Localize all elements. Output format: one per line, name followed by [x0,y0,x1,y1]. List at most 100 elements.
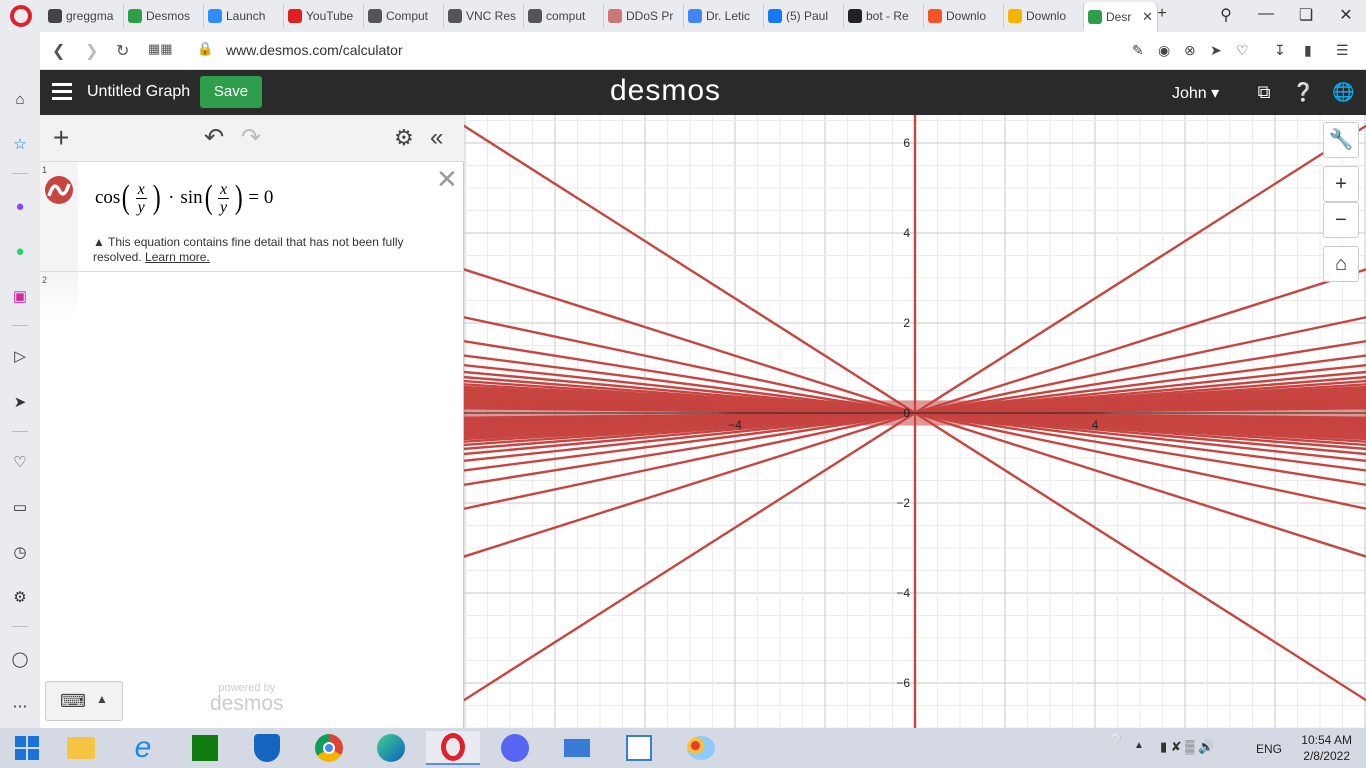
help-tray-icon[interactable]: ❔ [1108,733,1125,750]
messenger-icon[interactable]: ● [9,195,31,217]
instagram-icon[interactable]: ▣ [9,285,31,307]
back-icon[interactable]: ❮ [52,41,65,61]
easy-setup-icon[interactable]: ☰ [1336,42,1349,59]
graph-svg[interactable]: 6 4 2 0 −2 −4 −6 −4 4 [464,115,1366,728]
add-item-icon[interactable]: + [53,124,69,152]
collapse-panel-icon[interactable]: « [430,125,443,151]
learn-more-link[interactable]: Learn more. [145,250,210,264]
language-indicator[interactable]: ENG [1256,742,1282,756]
settings-gear-icon[interactable]: ⚙ [394,125,414,151]
url-field[interactable]: www.desmos.com/calculator [226,42,403,58]
browser-tab[interactable]: YouTube [284,4,364,28]
menu-icon[interactable] [52,83,72,101]
default-viewport-button[interactable]: ⌂ [1323,246,1359,282]
graph-title[interactable]: Untitled Graph [87,83,190,101]
help-icon[interactable]: ❔ [1292,81,1314,103]
browser-tab[interactable]: bot - Re [844,4,924,28]
show-hidden-icons[interactable]: ▲ [1134,740,1144,751]
expression-row-1[interactable]: 1 cos ( xy ) · sin ( xy ) = 0 ✕ ▲ This e… [40,162,464,272]
address-bar: ❮ ❯ ↻ ▦▦ 🔒 www.desmos.com/calculator ✎ ◉… [40,32,1366,70]
sin-func: sin [180,187,203,208]
language-globe-icon[interactable]: 🌐 [1332,81,1354,103]
browser-tab[interactable]: VNC Res [444,4,524,28]
zoom-out-button[interactable]: − [1323,202,1359,238]
reload-icon[interactable]: ↻ [116,41,129,61]
browser-tab[interactable]: Launch [204,4,284,28]
equation[interactable]: cos ( xy ) · sin ( xy ) = 0 [95,179,273,217]
minimize-icon[interactable]: — [1255,5,1277,23]
expression-row-2[interactable]: 2 [40,272,464,320]
tab-favicon-icon [48,9,62,23]
browser-tab[interactable]: Desr ✕ [1084,2,1158,32]
block-icon[interactable]: ⊗ [1184,42,1196,59]
paint-icon[interactable] [674,731,728,765]
internet-explorer-icon[interactable]: e [116,731,170,765]
opera-taskbar-icon[interactable] [426,731,480,765]
player-icon[interactable]: ▷ [9,345,31,367]
edit-icon[interactable]: ✎ [1132,42,1144,59]
browser-tab[interactable]: Comput [364,4,444,28]
defender-icon[interactable] [240,731,294,765]
more-icon[interactable]: ⋯ [9,695,31,717]
bookmarks-icon[interactable]: ☆ [9,133,31,155]
tabs-icon[interactable]: ▭ [9,496,31,518]
remote-desktop-icon[interactable] [550,731,604,765]
store-icon[interactable] [178,731,232,765]
restore-icon[interactable]: ❏ [1295,5,1317,25]
browser-tab[interactable]: Downlo [924,4,1004,28]
save-button[interactable]: Save [200,76,262,108]
tab-favicon-icon [928,9,942,23]
date: 2/8/2022 [1303,749,1350,763]
tab-label: comput [546,9,586,23]
expression-color-icon[interactable] [44,175,74,205]
download-icon[interactable]: ↧ [1274,42,1286,59]
redo-icon[interactable]: ↷ [241,125,261,151]
share-icon[interactable]: ⧉ [1253,81,1275,103]
edge-icon[interactable] [364,731,418,765]
my-flow-heart-icon[interactable]: ♡ [9,451,31,473]
close-window-icon[interactable]: ✕ [1335,5,1357,25]
speed-dial-icon[interactable]: ▦▦ [148,41,173,57]
flow-icon[interactable]: ➤ [9,391,31,413]
tab-favicon-icon [448,9,462,23]
delete-expression-icon[interactable]: ✕ [436,164,458,195]
heart-icon[interactable]: ♡ [1236,42,1249,59]
zoom-in-button[interactable]: + [1323,166,1359,202]
clock[interactable]: 10:54 AM 2/8/2022 [1301,732,1352,764]
whatsapp-icon[interactable]: ● [9,240,31,262]
battery-icon[interactable]: ▮ [1304,42,1312,59]
send-icon[interactable]: ➤ [1210,42,1222,59]
expression-number: 1 [42,165,48,175]
graph-canvas[interactable]: 6 4 2 0 −2 −4 −6 −4 4 🔧 + − ⌂ [464,115,1366,728]
discord-icon[interactable] [488,731,542,765]
browser-tab[interactable]: comput [524,4,604,28]
powered-by-logo: desmos [210,692,284,715]
file-explorer-icon[interactable] [54,731,108,765]
tips-icon[interactable]: ◯ [9,648,31,670]
search-tabs-icon[interactable]: ⚲ [1215,5,1237,25]
browser-tab[interactable]: (5) Paul [764,4,844,28]
tasks-icon[interactable] [612,731,666,765]
camera-icon[interactable]: ◉ [1158,42,1170,59]
user-menu[interactable]: John ▾ [1172,83,1219,103]
browser-tab[interactable]: Desmos [124,4,204,28]
home-icon[interactable]: ⌂ [9,88,31,110]
opera-logo-icon[interactable] [10,5,32,27]
history-icon[interactable]: ◷ [9,541,31,563]
expression-number: 2 [42,275,48,285]
keyboard-toggle-button[interactable]: ⌨ ▲ [45,681,123,721]
forward-icon[interactable]: ❯ [85,41,98,61]
start-button[interactable] [0,731,54,765]
new-tab-icon[interactable]: + [1151,5,1173,23]
browser-tab[interactable]: greggma [44,4,124,28]
chrome-icon[interactable] [302,731,356,765]
tab-label: YouTube [306,9,354,23]
graph-settings-wrench-icon[interactable]: 🔧 [1323,122,1359,158]
browser-tab[interactable]: Downlo [1004,4,1084,28]
browser-tab[interactable]: Dr. Letic [684,4,764,28]
tab-label: Downlo [1026,9,1067,23]
tray-icons[interactable]: ▮ ✘ ▒ 🔊 [1160,739,1214,755]
browser-tab[interactable]: DDoS Pr [604,4,684,28]
settings-icon[interactable]: ⚙ [9,586,31,608]
undo-icon[interactable]: ↶ [204,125,224,151]
